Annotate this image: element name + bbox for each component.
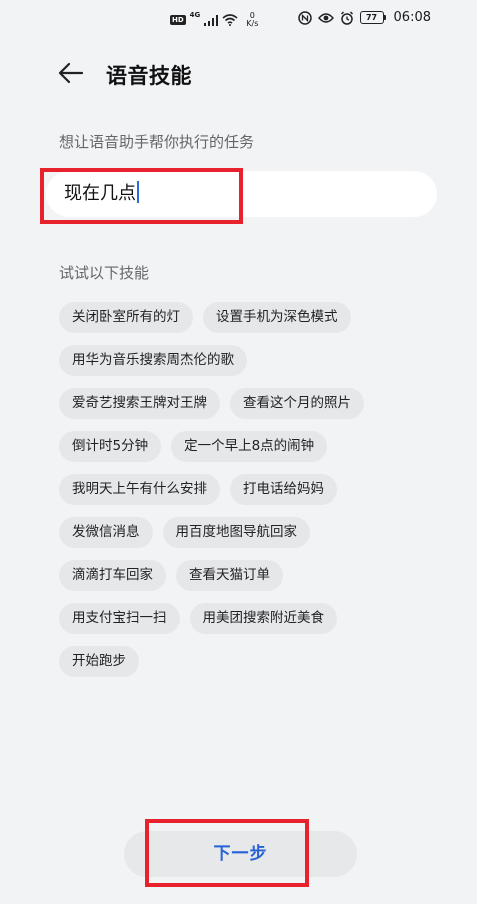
skill-chip[interactable]: 开始跑步 [59,646,139,677]
skill-chip[interactable]: 打电话给妈妈 [230,474,337,505]
skill-chip-row: 滴滴打车回家 查看天猫订单 [59,560,399,591]
hd-badge: HD [170,15,186,25]
task-label: 想让语音助手帮你执行的任务 [59,133,255,151]
status-bar: HD 4G 0 K/s 77 06:08 [0,0,477,40]
skill-chip[interactable]: 关闭卧室所有的灯 [59,302,193,333]
skill-chip-row: 发微信消息 用百度地图导航回家 [59,517,399,548]
skill-chip-row: 我明天上午有什么安排 打电话给妈妈 [59,474,399,505]
skill-chip[interactable]: 滴滴打车回家 [59,560,166,591]
skill-chip[interactable]: 爱奇艺搜索王牌对王牌 [59,388,220,419]
skill-chip[interactable]: 用支付宝扫一扫 [59,603,180,634]
skill-chip[interactable]: 查看天猫订单 [176,560,283,591]
nfc-icon [297,10,312,25]
next-button[interactable]: 下一步 [124,831,357,877]
eye-icon [317,12,334,23]
skill-chip-row: 倒计时5分钟 定一个早上8点的闹钟 [59,431,399,462]
skill-chip-row: 开始跑步 [59,646,399,677]
skill-chip[interactable]: 定一个早上8点的闹钟 [171,431,328,462]
battery-tip [383,15,386,20]
battery-icon: 77 [359,11,386,24]
status-time: 06:08 [393,10,431,25]
skill-chip[interactable]: 查看这个月的照片 [230,388,364,419]
task-input-value: 现在几点 [64,183,136,204]
alarm-icon [340,10,353,25]
net-speed: 0 K/s [246,12,258,28]
skill-chip[interactable]: 发微信消息 [59,517,153,548]
wifi-icon [222,14,238,26]
task-input[interactable]: 现在几点 [64,171,424,217]
battery-level: 77 [359,11,384,24]
signal-icon [204,14,219,26]
skill-chip[interactable]: 设置手机为深色模式 [203,302,351,333]
skill-chip[interactable]: 我明天上午有什么安排 [59,474,220,505]
status-right: 77 06:08 [297,10,431,25]
skill-chip-row: 爱奇艺搜索王牌对王牌 查看这个月的照片 [59,388,399,419]
back-button[interactable] [58,62,84,84]
skill-chip[interactable]: 用华为音乐搜索周杰伦的歌 [59,345,247,376]
text-caret [137,181,139,203]
skill-chip-row: 用华为音乐搜索周杰伦的歌 [59,345,399,376]
status-left: HD 4G 0 K/s [170,11,258,28]
network-type: 4G [189,11,201,19]
net-speed-unit: K/s [246,19,259,28]
skills-label: 试试以下技能 [59,264,150,282]
skill-chip-row: 用支付宝扫一扫 用美团搜索附近美食 [59,603,399,634]
skill-chip[interactable]: 倒计时5分钟 [59,431,162,462]
page-title: 语音技能 [106,64,192,88]
skill-chips: 关闭卧室所有的灯 设置手机为深色模式 用华为音乐搜索周杰伦的歌 爱奇艺搜索王牌对王牌查… [59,302,399,689]
skill-chip-row: 关闭卧室所有的灯 设置手机为深色模式 [59,302,399,333]
task-input-field[interactable]: 现在几点 [46,171,437,217]
skill-chip[interactable]: 用百度地图导航回家 [162,517,310,548]
skill-chip[interactable]: 用美团搜索附近美食 [189,603,337,634]
back-arrow-icon [58,62,84,84]
